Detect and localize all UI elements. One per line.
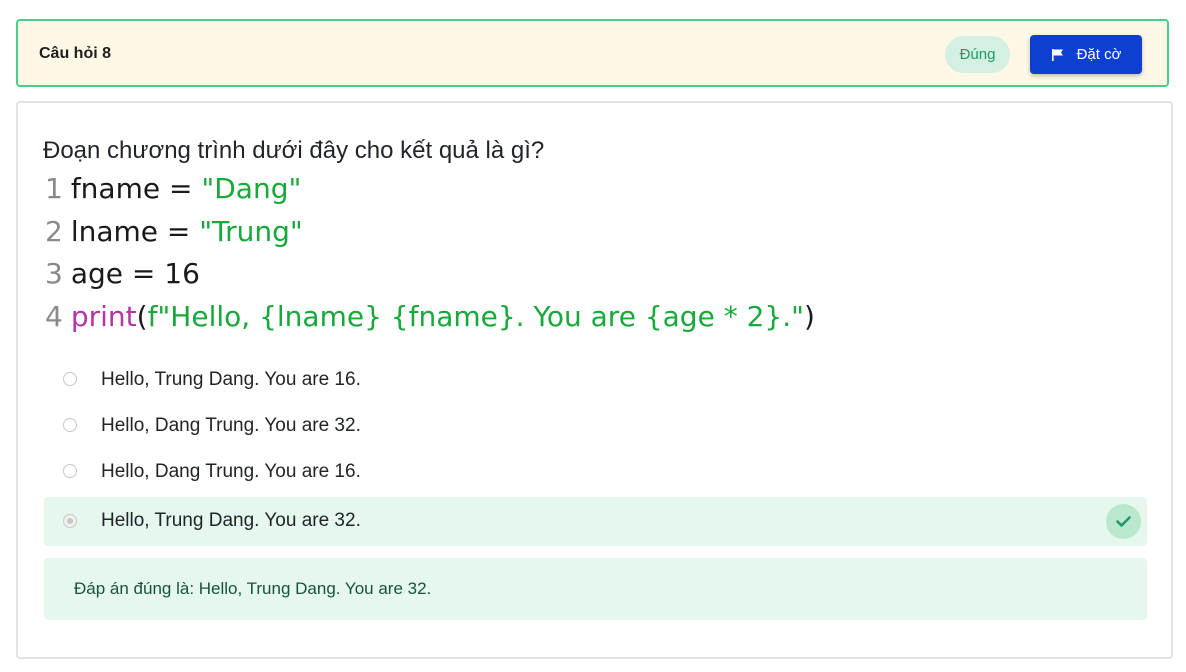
- radio-button[interactable]: [63, 372, 77, 386]
- code-token: fname =: [70, 172, 202, 205]
- option-label: Hello, Trung Dang. You are 16.: [101, 369, 361, 390]
- code-token: age = 16: [70, 257, 200, 290]
- line-number: 2: [45, 214, 63, 248]
- code-token: (: [136, 299, 148, 333]
- radio-button-selected[interactable]: [63, 514, 77, 528]
- status-badge: Đúng: [945, 36, 1010, 73]
- radio-button[interactable]: [63, 464, 77, 478]
- code-token: print: [70, 299, 137, 333]
- code-line: 4 print(f"Hello, {lname} {fname}. You are…: [45, 297, 815, 337]
- flag-button-label: Đặt cờ: [1076, 46, 1122, 63]
- code-line: 1 fname = "Dang": [45, 169, 301, 209]
- question-card: Đoạn chương trình dưới đây cho kết quả l…: [16, 101, 1173, 659]
- question-text: Đoạn chương trình dưới đây cho kết quả l…: [43, 137, 545, 164]
- option-label: Hello, Dang Trung. You are 32.: [101, 415, 361, 436]
- option-label: Hello, Trung Dang. You are 32.: [101, 510, 361, 531]
- answer-option[interactable]: Hello, Dang Trung. You are 16.: [44, 449, 1147, 495]
- line-number: 4: [45, 299, 63, 333]
- flag-question-button[interactable]: Đặt cờ: [1030, 35, 1142, 74]
- answer-option[interactable]: Hello, Trung Dang. You are 16.: [44, 357, 1147, 403]
- answer-option-selected[interactable]: Hello, Trung Dang. You are 32.: [44, 497, 1147, 546]
- correct-check-badge: [1106, 504, 1141, 539]
- question-number: Câu hỏi 8: [39, 45, 112, 62]
- line-number: 1: [45, 172, 63, 205]
- code-token: f"Hello, {lname} {fname}. You are {age *…: [147, 299, 805, 333]
- flag-icon: [1051, 48, 1063, 61]
- code-line: 2 lname = "Trung": [45, 212, 303, 252]
- correct-answer-feedback: Đáp án đúng là: Hello, Trung Dang. You a…: [44, 558, 1147, 620]
- feedback-text: Đáp án đúng là: Hello, Trung Dang. You a…: [74, 579, 432, 598]
- answer-option[interactable]: Hello, Dang Trung. You are 32.: [44, 403, 1147, 449]
- code-token: "Trung": [199, 214, 303, 248]
- code-token: "Dang": [201, 172, 302, 205]
- code-line: 3 age = 16: [45, 254, 200, 294]
- code-token: lname =: [70, 214, 200, 248]
- line-number: 3: [45, 257, 63, 290]
- code-token: ): [804, 299, 815, 333]
- check-icon: [1116, 516, 1131, 527]
- radio-button[interactable]: [63, 418, 77, 432]
- question-header: Câu hỏi 8 Đúng Đặt cờ: [16, 19, 1169, 87]
- option-label: Hello, Dang Trung. You are 16.: [101, 461, 361, 482]
